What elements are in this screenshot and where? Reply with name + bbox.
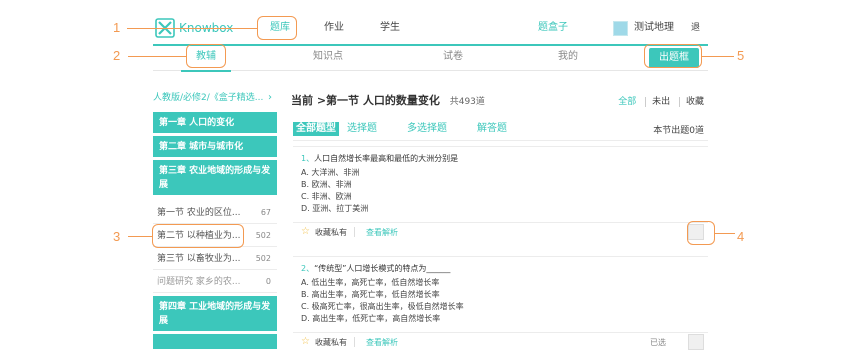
option: D. 亚洲、拉丁美洲 <box>301 204 369 213</box>
nav-tihezi[interactable]: 题盒子 <box>535 12 571 44</box>
sidebar-section[interactable]: 问题研究 家乡的农... 0 <box>153 271 277 293</box>
book-selector[interactable]: 人教版/必修2/《盒子精选... <box>153 88 277 108</box>
sidebar-chapter-2[interactable]: 第二章 城市与城市化 <box>153 136 277 158</box>
question-number: 1、 <box>301 154 315 163</box>
top-bar: Knowbox 题库 作业 学生 题盒子 测试地理 退出 <box>153 12 708 65</box>
nav-zuoye[interactable]: 作业 <box>319 12 349 44</box>
callout-box-4 <box>687 221 715 245</box>
breadcrumb-text: 当前 >第一节 人口的数量变化 <box>291 94 440 107</box>
question-text: “传统型”人口增长模式的特点为______ <box>314 264 451 273</box>
type-tab-single[interactable]: 选择题 <box>347 122 377 136</box>
divider <box>354 337 355 347</box>
section-question-count: 本节出题0道 <box>653 126 704 136</box>
section-count: 502 <box>255 231 271 240</box>
callout-5: 5 <box>737 48 745 63</box>
section-count: 0 <box>265 277 271 286</box>
tab-wode[interactable]: 我的 <box>553 46 583 70</box>
sidebar-chapter-4[interactable]: 第四章 工业地域的形成与发展 <box>153 296 277 332</box>
question-actions: ☆ 收藏私有 查看解析 <box>293 222 708 241</box>
option: A. 低出生率，高死亡率，低自然增长率 <box>301 278 440 287</box>
divider <box>354 227 355 237</box>
filter-group: 全部 未出 收藏 <box>612 94 704 107</box>
option: D. 高出生率，低死亡率，高自然增长率 <box>301 314 441 323</box>
total-count: 共493道 <box>449 97 485 107</box>
sidebar-chapter-5[interactable] <box>153 334 277 350</box>
section-label: 第三节 以畜牧业为... <box>157 254 241 264</box>
avatar[interactable] <box>613 21 628 36</box>
callout-4: 4 <box>737 229 745 244</box>
sidebar: 人教版/必修2/《盒子精选... › 第一章 人口的变化 第二章 城市与城市化 … <box>153 88 277 350</box>
question-actions: ☆ 收藏私有 查看解析 已选 <box>293 332 708 350</box>
tab-zhishidian[interactable]: 知识点 <box>303 46 353 70</box>
select-question-checkbox[interactable] <box>688 334 704 350</box>
callout-3: 3 <box>113 229 121 244</box>
callout-box-3 <box>152 224 244 248</box>
section-label: 问题研究 家乡的农... <box>157 277 241 287</box>
filter-undone[interactable]: 未出 <box>645 97 671 107</box>
breadcrumb: 当前 >第一节 人口的数量变化 共493道 <box>291 92 485 108</box>
callout-1: 1 <box>113 20 121 35</box>
callout-box-2 <box>186 44 226 68</box>
sidebar-chapter-3[interactable]: 第三章 农业地域的形成与发展 <box>153 160 277 196</box>
main-panel: 当前 >第一节 人口的数量变化 共493道 全部 未出 收藏 全部题型 选择题 … <box>287 88 708 350</box>
sub-nav: 教辅 知识点 试卷 我的 <box>153 46 708 72</box>
sidebar-section[interactable]: 第三节 以畜牧业为... 502 <box>153 248 277 270</box>
option: B. 欧洲、非洲 <box>301 180 352 189</box>
filter-favorite[interactable]: 收藏 <box>678 97 704 107</box>
option: C. 非洲、欧洲 <box>301 192 352 201</box>
divider <box>293 140 708 141</box>
question-stem: 1、人口自然增长率最高和最低的大洲分别是 <box>301 153 458 164</box>
view-analysis-link[interactable]: 查看解析 <box>366 227 398 238</box>
callout-line-5 <box>702 56 734 57</box>
type-tab-answer[interactable]: 解答题 <box>477 122 507 136</box>
favorite-button[interactable]: 收藏私有 <box>315 337 347 348</box>
question-card: 1、人口自然增长率最高和最低的大洲分别是 A. 大洋洲、非洲 B. 欧洲、非洲 … <box>293 146 708 253</box>
chevron-right-icon[interactable]: › <box>268 88 272 108</box>
type-tab-multi[interactable]: 多选择题 <box>407 122 447 136</box>
favorite-button[interactable]: 收藏私有 <box>315 227 347 238</box>
callout-line-4 <box>715 233 735 234</box>
filter-all[interactable]: 全部 <box>618 97 636 107</box>
callout-2: 2 <box>113 48 121 63</box>
option: B. 高出生率，高死亡率，低自然增长率 <box>301 290 440 299</box>
nav-xuesheng[interactable]: 学生 <box>375 12 405 44</box>
app-window: Knowbox 题库 作业 学生 题盒子 测试地理 退出 教辅 知识点 试卷 我… <box>153 12 708 350</box>
callout-line-1 <box>127 28 257 29</box>
username[interactable]: 测试地理 <box>634 12 674 44</box>
type-tab-all[interactable]: 全部题型 <box>293 122 339 136</box>
section-count: 67 <box>260 208 271 217</box>
question-stem: 2、“传统型”人口增长模式的特点为______ <box>301 263 450 274</box>
question-number: 2、 <box>301 264 315 273</box>
callout-box-5 <box>644 44 702 68</box>
view-analysis-link[interactable]: 查看解析 <box>366 337 398 348</box>
question-text: 人口自然增长率最高和最低的大洲分别是 <box>314 154 459 163</box>
option: C. 极高死亡率，很高出生率，极低自然增长率 <box>301 302 464 311</box>
callout-line-3 <box>128 236 152 237</box>
callout-box-1 <box>257 16 297 40</box>
tab-shijuan[interactable]: 试卷 <box>433 46 473 70</box>
selected-label: 已选 <box>650 338 666 347</box>
sidebar-section[interactable]: 第一节 农业的区位... 67 <box>153 202 277 224</box>
question-card: 2、“传统型”人口增长模式的特点为______ A. 低出生率，高死亡率，低自然… <box>293 256 708 350</box>
callout-line-2 <box>128 56 186 57</box>
section-label: 第一节 农业的区位... <box>157 208 241 218</box>
option: A. 大洋洲、非洲 <box>301 168 360 177</box>
star-icon[interactable]: ☆ <box>301 226 310 237</box>
sidebar-chapter-1[interactable]: 第一章 人口的变化 <box>153 112 277 134</box>
star-icon[interactable]: ☆ <box>301 336 310 347</box>
section-count: 502 <box>255 254 271 263</box>
